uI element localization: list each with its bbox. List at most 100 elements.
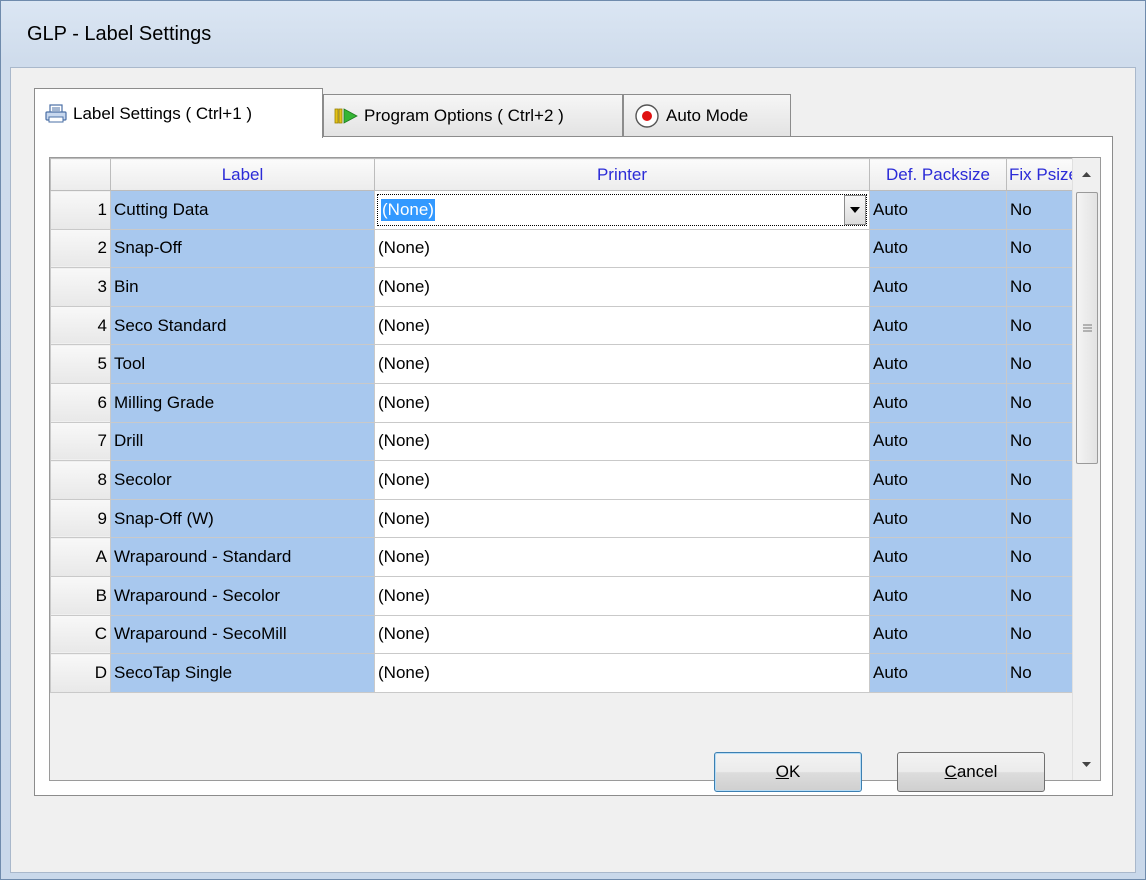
label-grid: Label Printer Def. Packsize Fix Psize 1 … [49,157,1101,781]
table-row[interactable]: C Wraparound - SecoMill (None) Auto No [50,614,1093,655]
cancel-label-rest: ancel [956,762,998,781]
packsize-cell[interactable]: Auto [869,575,1007,616]
column-header-label[interactable]: Label [110,158,375,191]
table-row[interactable]: 9 Snap-Off (W) (None) Auto No [50,498,1093,539]
packsize-cell[interactable]: Auto [869,653,1007,693]
label-cell[interactable]: Snap-Off (W) [110,498,375,539]
packsize-cell[interactable]: Auto [869,382,1007,423]
row-number: 5 [50,344,111,384]
printer-combobox-value: (None) [381,198,435,221]
dialog-client-area: Label Settings ( Ctrl+1 ) Program Option… [10,67,1136,873]
table-row[interactable]: 7 Drill (None) Auto No [50,421,1093,462]
table-row[interactable]: B Wraparound - Secolor (None) Auto No [50,575,1093,616]
printer-cell[interactable]: (None) [374,653,870,693]
table-row[interactable]: D SecoTap Single (None) Auto No [50,653,1093,693]
packsize-cell[interactable]: Auto [869,498,1007,539]
printer-cell[interactable]: (None) [374,537,870,577]
printer-cell[interactable]: (None) [374,575,870,616]
printer-cell-selected[interactable]: (None) [374,190,870,230]
label-cell[interactable]: Wraparound - SecoMill [110,614,375,655]
printer-cell[interactable]: (None) [374,498,870,539]
label-cell[interactable]: Seco Standard [110,305,375,346]
packsize-cell[interactable]: Auto [869,614,1007,655]
label-cell[interactable]: Tool [110,344,375,384]
printer-cell[interactable]: (None) [374,460,870,500]
row-number: 9 [50,498,111,539]
printer-cell[interactable]: (None) [374,305,870,346]
printer-cell[interactable]: (None) [374,267,870,307]
label-cell[interactable]: Milling Grade [110,382,375,423]
label-cell[interactable]: Secolor [110,460,375,500]
printer-dropdown-button[interactable] [844,195,866,225]
row-number-header [50,158,111,191]
dialog-window: GLP - Label Settings Label Settings ( Ct… [0,0,1146,880]
label-cell[interactable]: Drill [110,421,375,462]
row-number: D [50,653,111,693]
label-cell[interactable]: Cutting Data [110,190,375,230]
chevron-down-icon [1082,761,1091,767]
packsize-cell[interactable]: Auto [869,228,1007,269]
tab-program-options-label: Program Options ( Ctrl+2 ) [364,105,564,125]
row-number: B [50,575,111,616]
packsize-cell[interactable]: Auto [869,267,1007,307]
row-number: 1 [50,190,111,230]
tab-label-settings[interactable]: Label Settings ( Ctrl+1 ) [34,88,323,138]
table-row[interactable]: 3 Bin (None) Auto No [50,267,1093,307]
record-icon [634,103,660,129]
packsize-cell[interactable]: Auto [869,305,1007,346]
printer-cell[interactable]: (None) [374,228,870,269]
title-bar[interactable]: GLP - Label Settings [1,1,1145,67]
scroll-up-button[interactable] [1073,160,1100,188]
row-number: 3 [50,267,111,307]
label-cell[interactable]: Snap-Off [110,228,375,269]
table-row[interactable]: 8 Secolor (None) Auto No [50,460,1093,500]
tab-program-options[interactable]: Program Options ( Ctrl+2 ) [323,94,623,136]
row-number: 8 [50,460,111,500]
column-header-def-packsize[interactable]: Def. Packsize [869,158,1007,191]
vertical-scrollbar[interactable] [1072,158,1100,780]
label-cell[interactable]: Wraparound - Secolor [110,575,375,616]
packsize-cell[interactable]: Auto [869,421,1007,462]
tab-auto-mode-label: Auto Mode [666,105,749,125]
window-title: GLP - Label Settings [27,23,212,45]
printer-icon [45,103,67,124]
table-header-row: Label Printer Def. Packsize Fix Psize [50,158,1093,191]
printer-cell[interactable]: (None) [374,421,870,462]
table-row[interactable]: A Wraparound - Standard (None) Auto No [50,537,1093,577]
scrollbar-thumb[interactable] [1076,192,1098,464]
ok-button[interactable]: OK [714,752,862,792]
row-number: 4 [50,305,111,346]
table-row[interactable]: 4 Seco Standard (None) Auto No [50,305,1093,346]
packsize-cell[interactable]: Auto [869,537,1007,577]
row-number: 6 [50,382,111,423]
chevron-down-icon [850,206,860,213]
printer-combobox[interactable]: (None) [377,194,867,226]
ok-label-rest: K [788,762,801,781]
play-options-icon [334,107,358,125]
packsize-cell[interactable]: Auto [869,344,1007,384]
table-row[interactable]: 5 Tool (None) Auto No [50,344,1093,384]
ok-accelerator: O [775,762,789,781]
label-cell[interactable]: SecoTap Single [110,653,375,693]
row-number: A [50,537,111,577]
table-row[interactable]: 6 Milling Grade (None) Auto No [50,382,1093,423]
table-row[interactable]: 2 Snap-Off (None) Auto No [50,228,1093,269]
label-cell[interactable]: Wraparound - Standard [110,537,375,577]
tab-label-settings-label: Label Settings ( Ctrl+1 ) [73,103,253,123]
row-number: C [50,614,111,655]
packsize-cell[interactable]: Auto [869,190,1007,230]
packsize-cell[interactable]: Auto [869,460,1007,500]
printer-cell[interactable]: (None) [374,344,870,384]
printer-cell[interactable]: (None) [374,614,870,655]
grip-icon [1082,324,1092,332]
row-number: 2 [50,228,111,269]
scroll-down-button[interactable] [1073,750,1100,778]
label-cell[interactable]: Bin [110,267,375,307]
column-header-printer[interactable]: Printer [374,158,870,191]
cancel-button[interactable]: Cancel [897,752,1045,792]
table-row[interactable]: 1 Cutting Data (None) Auto No [50,190,1093,230]
row-number: 7 [50,421,111,462]
label-table: Label Printer Def. Packsize Fix Psize 1 … [50,158,1093,693]
printer-cell[interactable]: (None) [374,382,870,423]
tab-auto-mode[interactable]: Auto Mode [623,94,791,136]
